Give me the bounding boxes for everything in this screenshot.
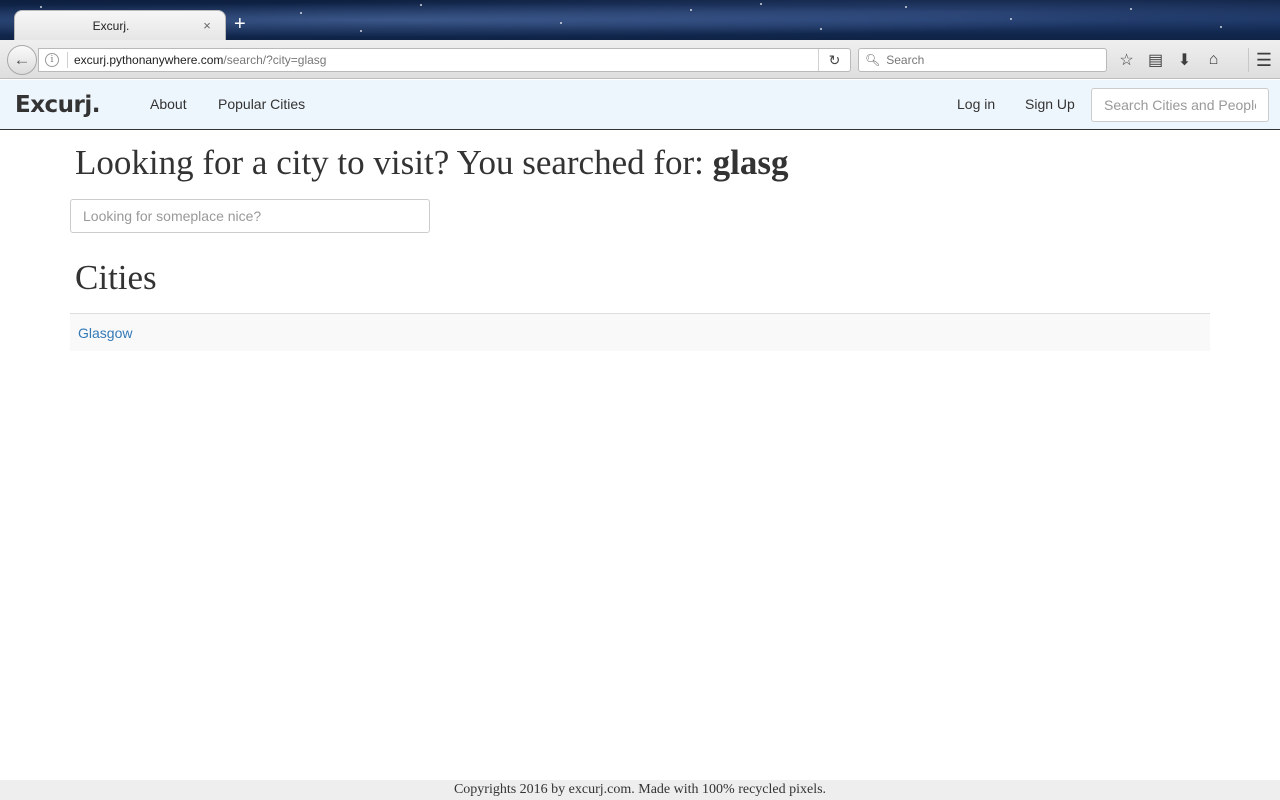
close-tab-icon[interactable]: ×: [197, 18, 217, 33]
signup-link[interactable]: Sign Up: [1025, 96, 1075, 112]
brand-logo[interactable]: Excurj.: [15, 92, 101, 118]
arrow-left-icon: ←: [13, 50, 31, 69]
url-separator: [67, 52, 68, 68]
city-search-input[interactable]: [70, 199, 430, 233]
bookmark-star-icon[interactable]: ☆: [1112, 50, 1141, 70]
browser-toolbar: ← i excurj.pythonanywhere.com /search/?c…: [0, 40, 1280, 79]
home-icon[interactable]: ⌂: [1199, 51, 1228, 69]
page-title: Looking for a city to visit? You searche…: [75, 143, 789, 183]
url-path: /search/?city=glasg: [223, 53, 327, 67]
browser-toolbar-icons: ☆ ▤ ⬇ ⌂: [1112, 48, 1228, 72]
cities-results-table: Glasgow: [70, 313, 1210, 351]
browser-search-placeholder: Search: [886, 53, 925, 67]
reload-button[interactable]: ↻: [818, 49, 850, 71]
reading-list-icon[interactable]: ▤: [1141, 50, 1170, 70]
hamburger-menu-icon[interactable]: ☰: [1248, 48, 1272, 72]
url-host: excurj.pythonanywhere.com: [74, 53, 224, 67]
search-icon: 🔍︎: [865, 53, 881, 67]
nav-link-about[interactable]: About: [150, 96, 187, 112]
login-link[interactable]: Log in: [957, 96, 995, 112]
download-icon[interactable]: ⬇: [1170, 50, 1199, 70]
browser-tab-strip: Excurj. × +: [0, 0, 1280, 40]
tab-title: Excurj.: [92, 18, 130, 33]
site-info-icon[interactable]: i: [45, 53, 59, 67]
search-query: glasg: [712, 143, 789, 182]
nav-link-popular-cities[interactable]: Popular Cities: [218, 96, 305, 112]
browser-tab[interactable]: Excurj. ×: [14, 10, 226, 40]
cities-heading: Cities: [75, 258, 157, 297]
site-navbar: Excurj. About Popular Cities Log in Sign…: [0, 80, 1280, 130]
reload-icon: ↻: [828, 51, 841, 68]
table-row: Glasgow: [70, 314, 1210, 351]
nav-search-input[interactable]: [1091, 88, 1269, 122]
browser-search-box[interactable]: 🔍︎ Search: [858, 48, 1107, 72]
page-title-prefix: Looking for a city to visit? You searche…: [75, 143, 713, 182]
city-link-glasgow[interactable]: Glasgow: [78, 325, 132, 341]
url-bar[interactable]: i excurj.pythonanywhere.com /search/?cit…: [38, 48, 851, 72]
back-button[interactable]: ←: [7, 45, 37, 75]
new-tab-icon[interactable]: +: [234, 14, 246, 34]
footer: Copyrights 2016 by excurj.com. Made with…: [0, 780, 1280, 800]
